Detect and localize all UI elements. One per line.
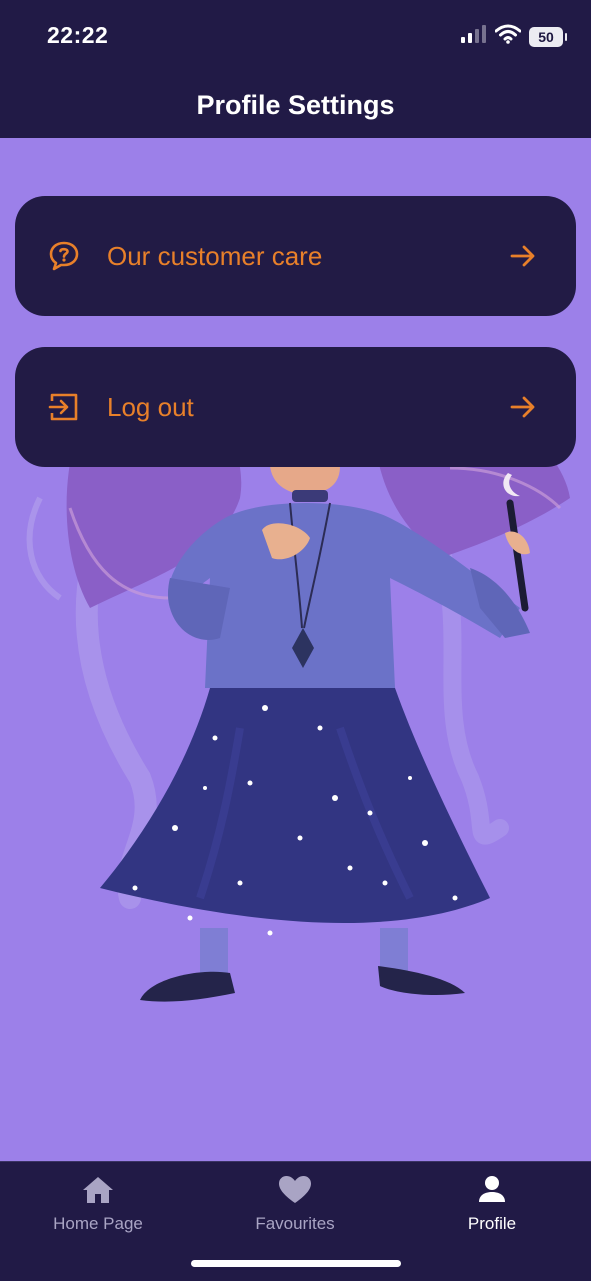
battery-icon: 50 (529, 26, 567, 47)
chat-question-icon (47, 239, 81, 273)
logout-button[interactable]: Log out (15, 347, 576, 467)
nav-home-label: Home Page (53, 1214, 143, 1233)
logout-icon (47, 390, 81, 424)
heart-icon (277, 1172, 313, 1208)
nav-profile-label: Profile (467, 1214, 517, 1233)
customer-care-label: Our customer care (107, 240, 323, 271)
signal-icon (461, 25, 487, 48)
content-area: Our customer care Log out (0, 138, 591, 1161)
wifi-icon (494, 24, 522, 49)
header: Profile Settings (0, 72, 591, 139)
home-indicator (191, 1260, 401, 1267)
customer-care-button[interactable]: Our customer care (15, 196, 576, 316)
nav-favourites-label: Favourites (255, 1214, 335, 1233)
nav-profile[interactable]: Profile (417, 1172, 567, 1242)
home-icon (80, 1172, 116, 1208)
status-time: 22:22 (47, 22, 109, 48)
logout-label: Log out (107, 391, 194, 422)
status-icons: 50 (461, 24, 567, 49)
nav-home[interactable]: Home Page (23, 1172, 173, 1242)
status-bar: 22:22 50 (0, 0, 591, 72)
arrow-right-icon (508, 392, 538, 422)
arrow-right-icon (508, 241, 538, 271)
page-title: Profile Settings (196, 89, 395, 120)
nav-favourites[interactable]: Favourites (220, 1172, 370, 1242)
person-icon (474, 1172, 510, 1208)
